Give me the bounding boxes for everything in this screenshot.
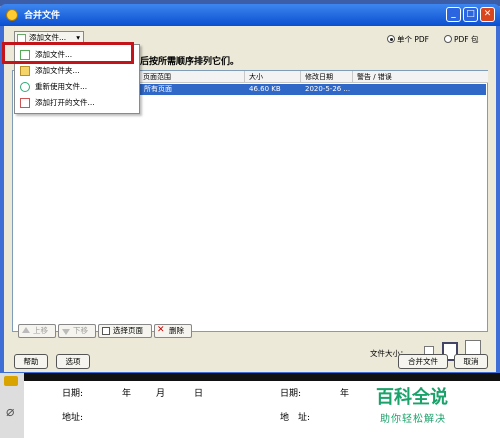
highlight-box — [2, 42, 134, 64]
minimize-button[interactable]: _ — [446, 7, 461, 22]
single-pdf-label: 单个 PDF — [397, 35, 429, 44]
open-file-add-icon — [20, 98, 30, 108]
column-size[interactable]: 大小 — [245, 71, 301, 83]
choose-pages-label: 选择页面 — [113, 326, 143, 335]
merge-files-button[interactable]: 合并文件 — [398, 354, 448, 369]
choose-pages-button[interactable]: 选择页面 — [98, 324, 152, 338]
doc-day: 日 — [194, 389, 204, 399]
document-border — [24, 373, 500, 381]
cancel-button[interactable]: 取消 — [454, 354, 488, 369]
attachment-icon[interactable]: ⌀ — [6, 404, 14, 420]
cell-modified: 2020-5-26 ... — [305, 85, 351, 93]
menu-item-add-folder[interactable]: 添加文件夹... — [17, 63, 137, 79]
doc-year: 年 — [122, 389, 132, 399]
help-button[interactable]: 帮助 — [14, 354, 48, 369]
move-down-label: 下移 — [73, 326, 88, 335]
menu-item-label: 添加文件夹... — [35, 66, 80, 75]
column-warning[interactable]: 警告 / 错误 — [353, 71, 488, 83]
radio-selected-icon — [387, 35, 395, 43]
radio-unselected-icon — [444, 35, 452, 43]
menu-item-label: 重新使用文件... — [35, 82, 88, 91]
doc-date-label: 日期: — [62, 389, 84, 399]
delete-x-icon: ✕ — [157, 325, 165, 335]
options-button[interactable]: 选项 — [56, 354, 90, 369]
arrow-down-icon — [62, 329, 70, 335]
doc-address-label: 地址: — [62, 413, 84, 423]
comment-icon[interactable] — [4, 376, 18, 386]
remove-button[interactable]: ✕ 删除 — [154, 324, 192, 338]
window-title: 合并文件 — [24, 11, 61, 21]
doc-year-2: 年 — [340, 389, 350, 399]
column-modified[interactable]: 修改日期 — [301, 71, 353, 83]
pdf-package-label: PDF 包 — [454, 35, 479, 44]
doc-address-label-2: 地 址: — [280, 413, 311, 423]
folder-add-icon — [20, 66, 30, 76]
remove-label: 删除 — [169, 326, 184, 335]
doc-date-label-2: 日期: — [280, 389, 302, 399]
menu-item-add-open-file[interactable]: 添加打开的文件... — [17, 95, 137, 111]
close-button[interactable]: ✕ — [480, 7, 495, 22]
add-file-button-label: 添加文件... — [29, 33, 67, 42]
watermark-slogan: 助你轻松解决 — [380, 414, 446, 425]
column-page-range[interactable]: 页面范围 — [139, 71, 245, 83]
menu-item-reuse-file[interactable]: 重新使用文件... — [17, 79, 137, 95]
move-up-button[interactable]: 上移 — [18, 324, 56, 338]
single-pdf-radio[interactable]: 单个 PDF — [387, 34, 429, 45]
cell-size: 46.60 KB — [249, 85, 281, 93]
move-up-label: 上移 — [33, 326, 48, 335]
page-icon — [102, 327, 110, 335]
arrow-up-icon — [22, 327, 30, 333]
pdf-package-radio[interactable]: PDF 包 — [444, 34, 479, 45]
app-icon — [6, 9, 18, 21]
reuse-file-icon — [20, 82, 30, 92]
maximize-button[interactable]: □ — [463, 7, 478, 22]
menu-item-label: 添加打开的文件... — [35, 98, 95, 107]
cell-page-range: 所有页面 — [144, 85, 172, 93]
title-bar[interactable]: 合并文件 _ □ ✕ — [0, 4, 500, 26]
move-down-button[interactable]: 下移 — [58, 324, 96, 338]
merge-files-dialog: 合并文件 _ □ ✕ 添加文件... ▾ 单个 PDF PDF 包 后按所需顺序… — [0, 4, 500, 373]
watermark-brand: 百科全说 — [376, 387, 448, 408]
instruction-text: 后按所需顺序排列它们。 — [140, 57, 240, 67]
doc-month: 月 — [156, 389, 166, 399]
cell-warning — [353, 84, 357, 95]
